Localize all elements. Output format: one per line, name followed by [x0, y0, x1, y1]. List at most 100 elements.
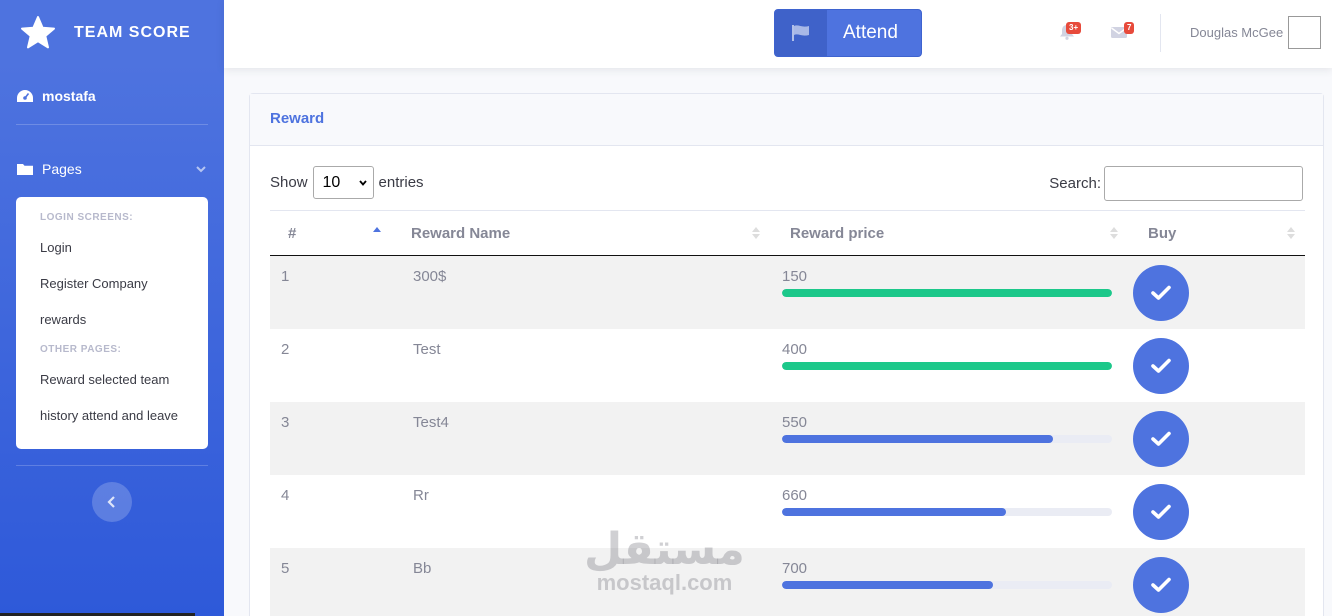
search-label: Search:	[1049, 175, 1101, 192]
buy-button[interactable]	[1133, 556, 1189, 613]
buy-cell	[1128, 548, 1305, 616]
check-icon	[1151, 577, 1171, 592]
column-label: Reward Name	[411, 224, 511, 242]
brand[interactable]: TEAM SCORE	[0, 0, 224, 66]
reward-price: 550	[782, 413, 808, 431]
column-label: Reward price	[790, 224, 885, 242]
table-header-row: # Reward Name Reward price Buy	[270, 210, 1305, 256]
sort-icon	[752, 227, 760, 239]
folder-icon	[17, 164, 33, 175]
table-row: 3 Test4 550	[270, 401, 1305, 475]
sidebar-divider	[16, 124, 208, 125]
sort-icon	[1110, 227, 1118, 239]
progress-fill	[782, 434, 1053, 443]
entries-select[interactable]: 10	[312, 166, 374, 199]
flag-icon	[792, 25, 809, 41]
search-input[interactable]	[1104, 166, 1303, 201]
progress-fill	[782, 289, 1112, 297]
check-icon	[1151, 358, 1171, 373]
buy-cell	[1128, 256, 1305, 329]
submenu-item-login[interactable]: Login	[16, 230, 208, 266]
sidebar-item-pages[interactable]: Pages	[0, 151, 224, 187]
buy-button[interactable]	[1133, 410, 1189, 467]
entries-value: 10	[322, 173, 341, 191]
progress-fill	[782, 361, 1112, 370]
progress-fill	[782, 507, 1007, 516]
entries-control: Show 10 entries	[270, 166, 424, 199]
reward-price: 150	[782, 268, 808, 285]
user-name[interactable]: Douglas McGee	[1190, 25, 1283, 40]
topbar: Attend 3+ 7 Douglas McGee	[224, 0, 1332, 68]
submenu-item-history-attend-leave[interactable]: history attend and leave	[16, 398, 208, 434]
submenu-item-reward-selected-team[interactable]: Reward selected team	[16, 362, 208, 398]
reward-card: Reward Show 10 entries Search: # Reward …	[249, 93, 1324, 616]
column-label: Buy	[1148, 224, 1177, 242]
buy-button[interactable]	[1133, 483, 1189, 540]
alerts-badge: 3+	[1066, 22, 1082, 34]
check-icon	[1151, 431, 1171, 446]
check-icon	[1151, 504, 1171, 519]
attend-button[interactable]: Attend	[774, 9, 922, 57]
row-number: 4	[281, 486, 290, 504]
table-row: 2 Test 400	[270, 329, 1305, 402]
submenu-header: OTHER PAGES:	[40, 344, 122, 355]
reward-price: 700	[782, 559, 808, 577]
progress-bar	[782, 434, 1112, 443]
avatar[interactable]	[1288, 16, 1321, 49]
buy-button[interactable]	[1133, 337, 1189, 394]
sort-icon	[1287, 227, 1295, 239]
submenu-header: LOGIN SCREENS:	[40, 212, 134, 223]
buy-cell	[1128, 402, 1305, 475]
search-control: Search:	[1049, 166, 1303, 201]
reward-price: 660	[782, 486, 808, 504]
column-header-reward-price[interactable]: Reward price	[770, 211, 1128, 256]
chevron-down-icon	[358, 180, 367, 186]
reward-price: 400	[782, 340, 808, 358]
progress-bar	[782, 361, 1112, 370]
buy-button[interactable]	[1133, 265, 1189, 321]
column-header-reward-name[interactable]: Reward Name	[391, 211, 770, 256]
sidebar-toggle-button[interactable]	[92, 482, 132, 522]
row-number: 3	[281, 413, 290, 431]
reward-name: Test4	[413, 413, 449, 431]
buy-cell	[1128, 329, 1305, 402]
sidebar-divider	[16, 465, 208, 466]
table-row: 5 Bb 700	[270, 547, 1305, 616]
show-label: Show	[270, 174, 308, 191]
messages-badge: 7	[1124, 22, 1135, 34]
column-header-buy[interactable]: Buy	[1128, 211, 1305, 256]
attend-label: Attend	[843, 22, 898, 43]
topbar-divider	[1160, 14, 1161, 52]
row-number: 2	[281, 340, 290, 358]
check-icon	[1151, 285, 1171, 300]
brand-name: TEAM SCORE	[74, 24, 191, 41]
table-row: 4 Rr 660	[270, 475, 1305, 548]
chevron-left-icon	[107, 496, 115, 508]
reward-price-cell: 550	[770, 402, 1128, 475]
submenu-item-register-company[interactable]: Register Company	[16, 266, 208, 302]
sidebar-item-dashboard[interactable]: mostafa	[0, 78, 224, 114]
reward-price-cell: 150	[770, 256, 1128, 329]
progress-bar	[782, 580, 1112, 589]
row-number: 1	[281, 268, 290, 285]
column-label: #	[288, 224, 297, 242]
reward-name: 300$	[413, 268, 447, 285]
buy-cell	[1128, 475, 1305, 548]
chevron-down-icon	[196, 166, 206, 173]
sidebar: TEAM SCORE mostafa Pages LOGIN SCREENS: …	[0, 0, 224, 616]
tachometer-icon	[17, 90, 33, 102]
star-icon	[21, 16, 55, 49]
progress-bar	[782, 289, 1112, 297]
reward-price-cell: 700	[770, 548, 1128, 616]
entries-label: entries	[378, 174, 424, 191]
progress-fill	[782, 580, 994, 589]
sort-asc-icon	[373, 227, 381, 232]
submenu-item-rewards[interactable]: rewards	[16, 302, 208, 338]
progress-bar	[782, 507, 1112, 516]
table-row: 1 300$ 150	[270, 255, 1305, 329]
flag-icon-box	[775, 10, 827, 56]
column-header-number[interactable]: #	[270, 211, 391, 256]
reward-name: Test	[413, 340, 441, 358]
pages-submenu: LOGIN SCREENS: Login Register Company re…	[16, 197, 208, 449]
row-number: 5	[281, 559, 290, 577]
